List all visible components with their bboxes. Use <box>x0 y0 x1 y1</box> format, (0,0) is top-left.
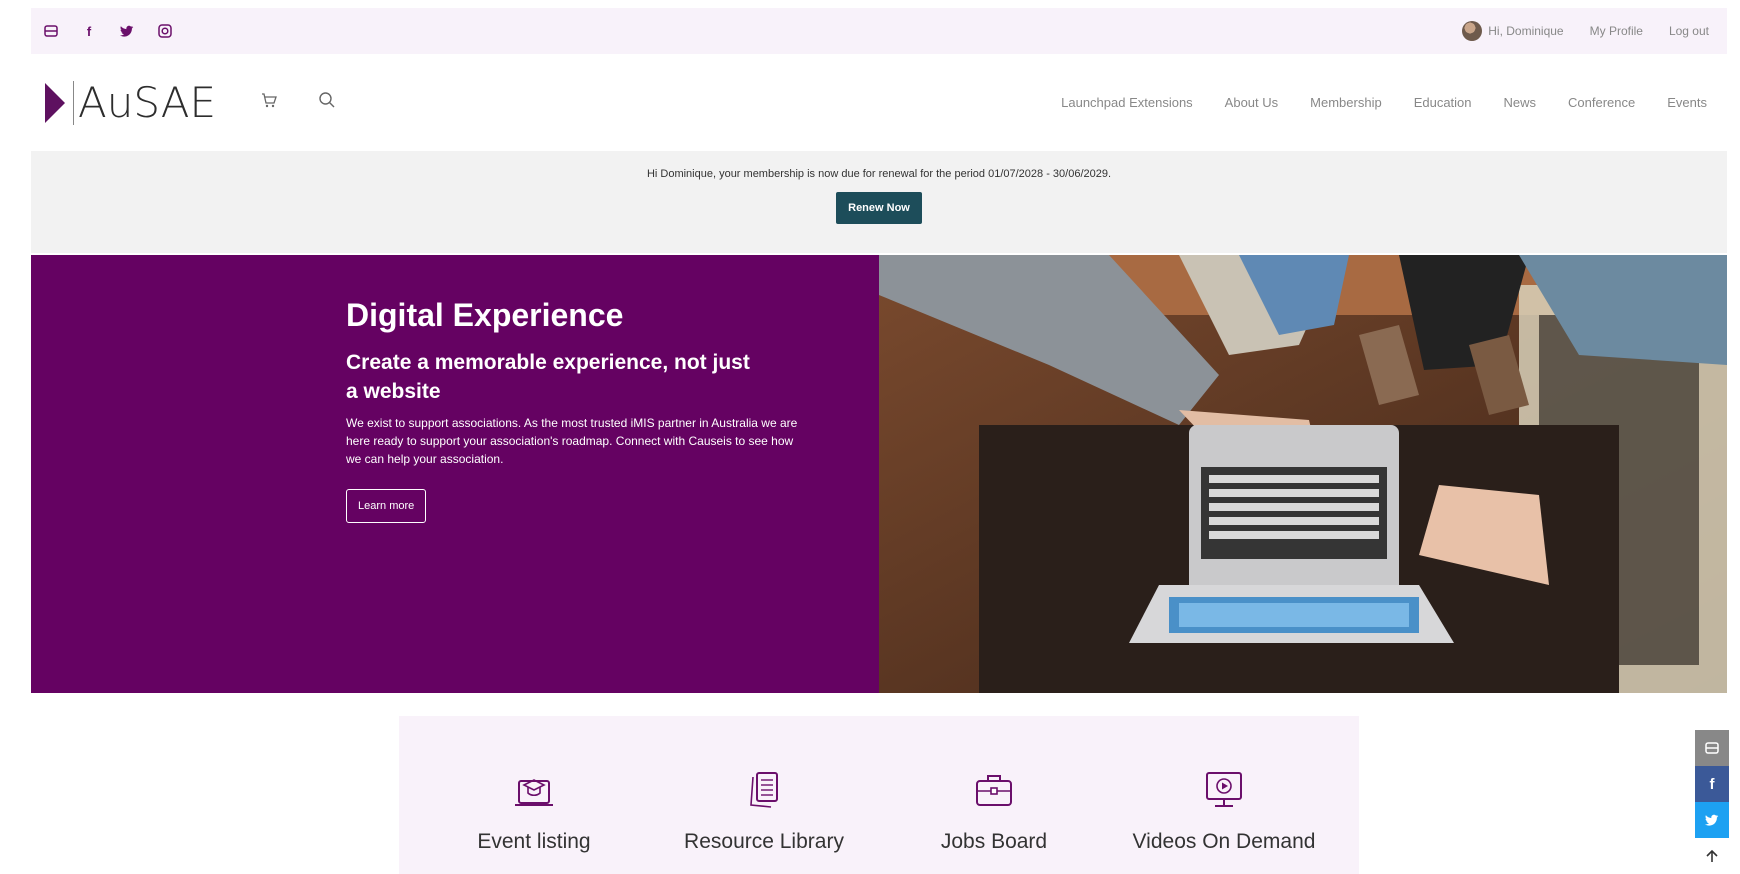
hero-photo-illustration <box>879 255 1727 693</box>
feature-label: Videos On Demand <box>1132 830 1316 853</box>
logout-link[interactable]: Log out <box>1669 24 1709 38</box>
nav-launchpad-extensions[interactable]: Launchpad Extensions <box>1061 95 1193 110</box>
feature-tiles: Event listing Resource Library Jobs Boar… <box>399 716 1359 874</box>
logo-triangle <box>45 82 65 123</box>
main-header: AuSAE Launchpad Extensions About Us Memb… <box>31 60 1727 145</box>
briefcase-icon <box>971 766 1017 814</box>
feature-jobs-board[interactable]: Jobs Board <box>879 766 1109 874</box>
share-facebook-icon[interactable]: f <box>1695 766 1729 802</box>
feature-label: Jobs Board <box>940 830 1048 853</box>
instagram-icon[interactable] <box>157 23 173 39</box>
feature-videos-on-demand[interactable]: Videos On Demand <box>1109 766 1339 874</box>
header-icons <box>260 91 336 114</box>
site-logo[interactable]: AuSAE <box>45 78 216 127</box>
logo-text: AuSAE <box>78 78 217 127</box>
documents-icon <box>741 766 787 814</box>
hero-subtitle: Create a memorable experience, not just … <box>346 351 750 403</box>
avatar <box>1462 21 1483 41</box>
user-greeting[interactable]: Hi, Dominique <box>1462 21 1564 41</box>
email-icon[interactable] <box>43 23 59 39</box>
renewal-banner: Hi Dominique, your membership is now due… <box>31 151 1727 253</box>
back-to-top-arrow-icon[interactable] <box>1695 838 1729 874</box>
nav-education[interactable]: Education <box>1414 95 1472 110</box>
feature-label: Resource Library <box>684 830 844 853</box>
feature-label: Event listing <box>477 830 591 853</box>
share-email-icon[interactable] <box>1695 730 1729 766</box>
social-links: f <box>43 23 173 39</box>
feature-event-listing[interactable]: Event listing <box>419 766 649 874</box>
feature-resource-library[interactable]: Resource Library <box>649 766 879 874</box>
nav-membership[interactable]: Membership <box>1310 95 1382 110</box>
brand-area: AuSAE <box>45 78 336 127</box>
primary-nav: Launchpad Extensions About Us Membership… <box>1061 95 1707 110</box>
hero-section: Digital Experience Create a memorable ex… <box>31 255 1727 693</box>
hero-image <box>879 255 1727 693</box>
twitter-icon[interactable] <box>119 23 135 39</box>
cart-icon[interactable] <box>260 91 278 114</box>
share-twitter-icon[interactable] <box>1695 802 1729 838</box>
graduation-laptop-icon <box>511 766 557 814</box>
floating-share-bar: f <box>1695 730 1729 874</box>
renew-now-button[interactable]: Renew Now <box>836 192 922 224</box>
learn-more-button[interactable]: Learn more <box>346 489 427 523</box>
logo-divider <box>73 80 74 125</box>
hero-body: We exist to support associations. As the… <box>346 416 798 466</box>
nav-events[interactable]: Events <box>1667 95 1707 110</box>
nav-news[interactable]: News <box>1504 95 1537 110</box>
search-icon[interactable] <box>318 91 336 114</box>
video-monitor-icon <box>1201 766 1247 814</box>
facebook-icon[interactable]: f <box>81 23 97 39</box>
nav-about-us[interactable]: About Us <box>1225 95 1278 110</box>
top-utility-bar: f Hi, Dominique My Profile Log out <box>31 8 1727 54</box>
hero-text-panel: Digital Experience Create a memorable ex… <box>31 255 879 693</box>
hero-title: Digital Experience <box>346 297 624 333</box>
user-links: Hi, Dominique My Profile Log out <box>1462 21 1709 41</box>
nav-conference[interactable]: Conference <box>1568 95 1635 110</box>
my-profile-link[interactable]: My Profile <box>1590 24 1643 38</box>
greeting-text: Hi, Dominique <box>1488 24 1564 38</box>
renewal-message: Hi Dominique, your membership is now due… <box>646 168 1112 180</box>
hero-content: Digital Experience Create a memorable ex… <box>346 297 806 523</box>
